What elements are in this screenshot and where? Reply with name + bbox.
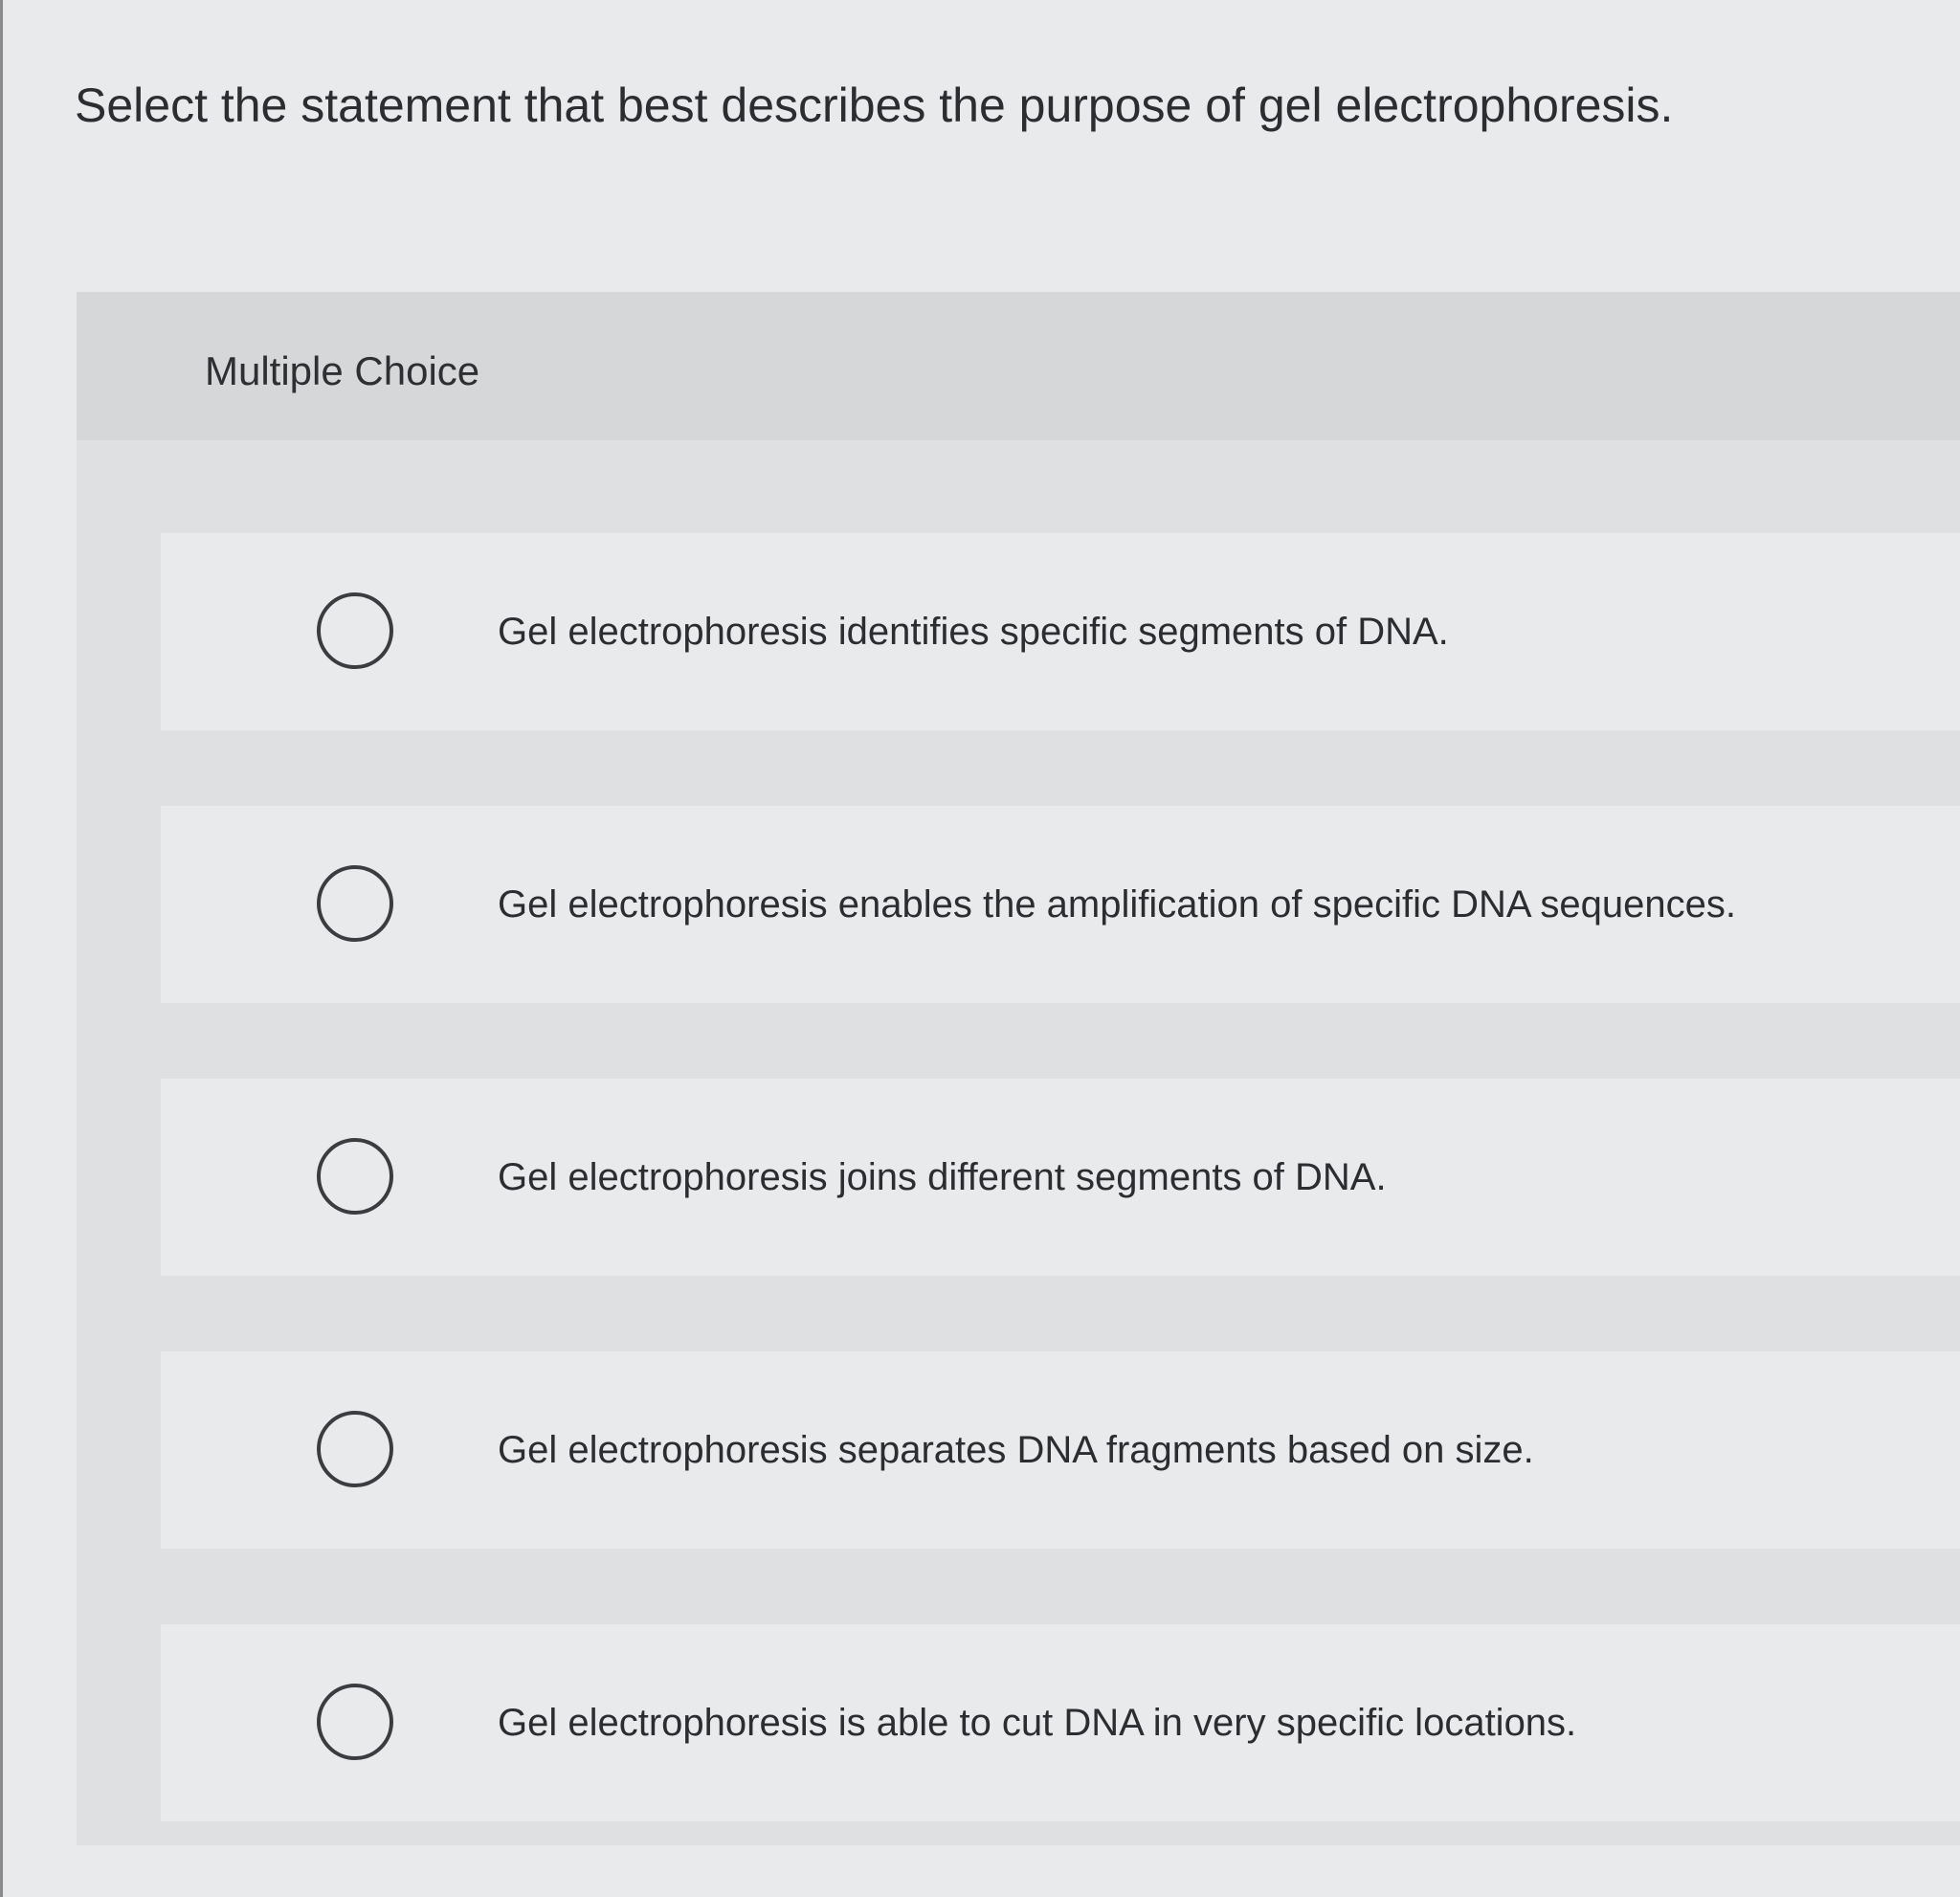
multiple-choice-panel: Multiple Choice Gel electrophoresis iden…	[77, 292, 1960, 1845]
answer-option-label: Gel electrophoresis separates DNA fragme…	[498, 1429, 1534, 1471]
answer-option-5[interactable]: Gel electrophoresis is able to cut DNA i…	[161, 1624, 1960, 1821]
radio-button-icon[interactable]	[317, 865, 393, 942]
answer-option-4[interactable]: Gel electrophoresis separates DNA fragme…	[161, 1351, 1960, 1549]
question-type-label: Multiple Choice	[205, 348, 480, 393]
question-text: Select the statement that best describes…	[75, 78, 1674, 132]
answer-option-1[interactable]: Gel electrophoresis identifies specific …	[161, 533, 1960, 730]
radio-button-icon[interactable]	[317, 1411, 393, 1487]
answer-option-3[interactable]: Gel electrophoresis joins different segm…	[161, 1079, 1960, 1276]
multiple-choice-header: Multiple Choice	[77, 292, 1960, 440]
radio-button-icon[interactable]	[317, 1684, 393, 1760]
radio-button-icon[interactable]	[317, 592, 393, 669]
page-left-edge	[0, 0, 3, 1897]
answer-option-label: Gel electrophoresis is able to cut DNA i…	[498, 1702, 1577, 1744]
answer-option-label: Gel electrophoresis joins different segm…	[498, 1156, 1387, 1198]
radio-button-icon[interactable]	[317, 1138, 393, 1215]
answer-option-label: Gel electrophoresis enables the amplific…	[498, 883, 1737, 926]
answer-option-2[interactable]: Gel electrophoresis enables the amplific…	[161, 806, 1960, 1003]
answer-option-label: Gel electrophoresis identifies specific …	[498, 611, 1449, 653]
